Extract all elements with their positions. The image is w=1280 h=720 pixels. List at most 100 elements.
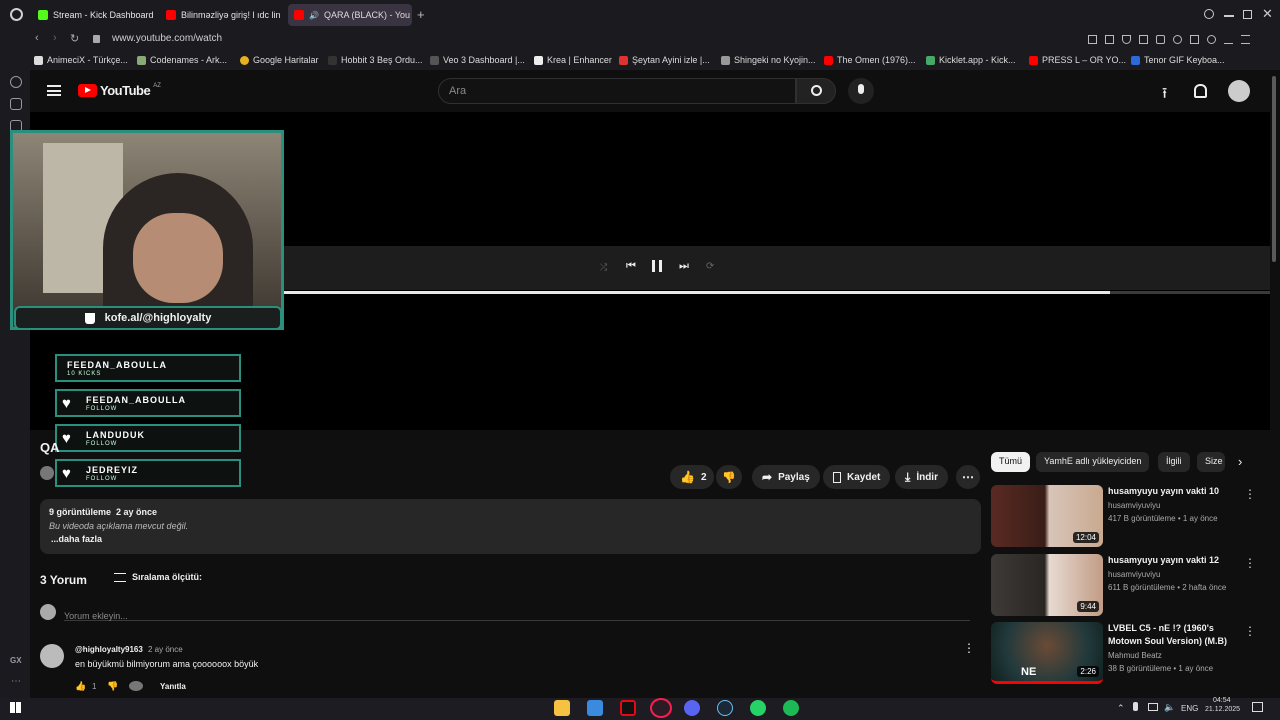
chip-all[interactable]: Tümü [991, 452, 1031, 472]
next-icon[interactable]: ⏭ [679, 260, 689, 273]
extensions-icon[interactable] [1190, 35, 1199, 44]
page-scrollbar[interactable] [1272, 76, 1276, 262]
start-windows-icon[interactable] [10, 702, 21, 713]
previous-icon[interactable]: ⏮ [626, 260, 636, 273]
restore-icon[interactable] [1243, 10, 1252, 19]
more-vertical-icon[interactable]: ⋮ [1244, 487, 1256, 501]
play-icon[interactable] [1156, 35, 1165, 44]
recommended-video[interactable]: 12:04 husamyuyu yayın vakti 10 husamviyu… [991, 485, 1266, 547]
chip-related[interactable]: İlgili [1158, 452, 1190, 472]
bookmark-item[interactable]: Tenor GIF Keyboa... [1131, 55, 1225, 65]
show-more-link[interactable]: ...daha fazla [51, 534, 102, 544]
sort-comments-button[interactable]: Sıralama ölçütü: [114, 572, 202, 582]
progress-bar[interactable] [284, 291, 1110, 294]
repeat-icon[interactable]: ⟳ [706, 261, 714, 272]
comment-avatar[interactable] [40, 644, 64, 668]
share-button[interactable]: ➦ Paylaş [752, 465, 820, 489]
tab-qara-black[interactable]: 🔊 QARA (BLACK) - You [288, 4, 412, 26]
gx-label[interactable]: GX [10, 656, 22, 665]
channel-avatar[interactable] [40, 466, 54, 480]
voice-search-button[interactable] [848, 78, 874, 104]
video-thumbnail[interactable]: NE 2:26 [991, 622, 1103, 684]
more-actions-button[interactable]: ⋯ [956, 465, 980, 489]
snapshot-icon[interactable] [1088, 35, 1097, 44]
shuffle-icon[interactable]: ⤮ [600, 262, 607, 273]
steam-icon[interactable] [717, 700, 733, 716]
description-box[interactable]: 9 görüntüleme 2 ay önce Bu videoda açıkl… [40, 499, 981, 554]
comment-time[interactable]: 2 ay önce [148, 645, 183, 654]
speaker-icon[interactable]: 🔊 [309, 11, 319, 20]
video-thumbnail[interactable]: 12:04 [991, 485, 1103, 547]
chip-from-uploader[interactable]: YamhE adlı yükleyiciden [1036, 452, 1150, 472]
bookmark-item[interactable]: Veo 3 Dashboard |... [430, 55, 525, 65]
comment-dislike-icon[interactable]: 👎 [107, 681, 118, 692]
bookmark-item[interactable]: Şeytan Ayini izle |... [619, 55, 710, 65]
search-tabs-icon[interactable] [1204, 9, 1214, 19]
bookmark-icon[interactable] [10, 98, 22, 110]
save-button[interactable]: Kaydet [823, 465, 891, 489]
youtube-logo[interactable]: YouTube AZ [78, 83, 161, 98]
menu-icon[interactable] [1241, 35, 1250, 44]
recommended-video[interactable]: 9:44 husamyuyu yayın vakti 12 husamviyuv… [991, 554, 1266, 616]
reload-icon[interactable]: ↻ [70, 32, 79, 45]
bookmark-item[interactable]: The Omen (1976)... [824, 55, 916, 65]
discord-icon[interactable] [684, 700, 700, 716]
bookmark-item[interactable]: Krea | Enhancer [534, 55, 612, 65]
reply-button[interactable]: Yanıtla [160, 682, 186, 691]
dislike-button[interactable]: 👎 [716, 465, 742, 489]
upload-icon[interactable]: ⭱ [1162, 83, 1167, 108]
avatar[interactable] [1228, 80, 1250, 102]
close-icon[interactable]: ✕ [1262, 6, 1273, 22]
bookmark-item[interactable]: Kicklet.app - Kick... [926, 55, 1016, 65]
profile-icon[interactable] [1207, 35, 1216, 44]
progress-track[interactable] [284, 291, 1270, 294]
back-icon[interactable]: ‹ [35, 32, 39, 44]
hamburger-menu-icon[interactable] [47, 85, 61, 96]
comment-author[interactable]: @highloyalty9163 [75, 645, 143, 654]
url-field[interactable]: www.youtube.com/watch [112, 33, 222, 44]
more-vertical-icon[interactable]: ⋮ [1244, 556, 1256, 570]
bookmark-item[interactable]: PRESS L – OR YO... [1029, 55, 1126, 65]
chevron-up-icon[interactable]: ⌃ [1117, 703, 1125, 714]
language-indicator[interactable]: ENG [1181, 704, 1198, 713]
search-button[interactable] [796, 78, 836, 104]
notifications-bell-icon[interactable] [1194, 84, 1207, 98]
like-button[interactable]: 👍 2 [670, 465, 714, 489]
forward-icon[interactable]: › [53, 32, 57, 44]
store-icon[interactable] [587, 700, 603, 716]
bookmark-item[interactable]: Google Haritalar [240, 55, 319, 65]
file-explorer-icon[interactable] [554, 700, 570, 716]
clock-time[interactable]: 04:54 [1213, 697, 1231, 704]
comment-more-icon[interactable]: ⋮ [963, 641, 975, 655]
recommended-video[interactable]: NE 2:26 LVBEL C5 - nE !? (1960's Motown … [991, 622, 1266, 684]
chevron-right-icon[interactable]: › [1238, 454, 1242, 469]
whatsapp-icon[interactable] [750, 700, 766, 716]
crop-icon[interactable] [1105, 35, 1114, 44]
add-comment-input[interactable]: Yorum ekleyin... [64, 606, 970, 621]
tab-kick-dashboard[interactable]: Stream - Kick Dashboard [32, 4, 158, 26]
network-icon[interactable] [1148, 703, 1158, 711]
bookmark-item[interactable]: Codenames - Ark... [137, 55, 227, 65]
minimize-icon[interactable] [1224, 15, 1234, 17]
comment-like-icon[interactable]: 👍 [75, 681, 86, 692]
history-icon[interactable] [10, 76, 22, 88]
search-input[interactable]: Ara [438, 78, 796, 104]
more-icon[interactable]: ⋯ [11, 676, 21, 687]
download-button[interactable]: ⤓ İndir [895, 465, 948, 489]
pause-icon[interactable] [652, 260, 662, 272]
bookmark-item[interactable]: AnimeciX - Türkçe... [34, 55, 128, 65]
volume-icon[interactable]: 🔈 [1164, 702, 1175, 713]
more-vertical-icon[interactable]: ⋮ [1244, 624, 1256, 638]
opera-gx-icon[interactable] [650, 698, 672, 718]
netflix-icon[interactable] [620, 700, 636, 716]
translate-icon[interactable] [1139, 35, 1148, 44]
tray-mic-icon[interactable] [1133, 702, 1138, 711]
bookmark-item[interactable]: Hobbit 3 Beş Ordu... [328, 55, 423, 65]
notifications-icon[interactable] [1252, 702, 1263, 712]
tab-bilinmezliye-giris[interactable]: Bilinməzliyə giriş! l ıdc lin [160, 4, 284, 26]
new-tab-button[interactable]: + [417, 7, 425, 22]
shield-icon[interactable] [1122, 35, 1131, 44]
download-icon[interactable] [1224, 35, 1233, 44]
spotify-icon[interactable] [783, 700, 799, 716]
heart-icon[interactable] [1173, 35, 1182, 44]
